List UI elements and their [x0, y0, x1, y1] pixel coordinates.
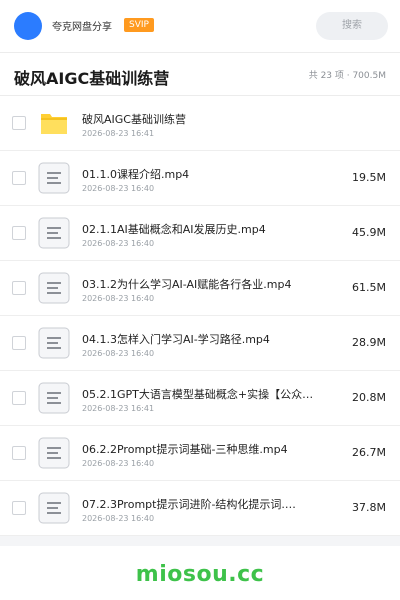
file-icon [38, 382, 70, 414]
list-item[interactable]: 06.2.2Prompt提示词基础-三种思维.mp4 2026-08-23 16… [0, 426, 400, 481]
item-checkbox[interactable] [12, 446, 26, 460]
file-icon [38, 327, 70, 359]
item-size: 37.8M [352, 501, 386, 514]
file-icon [38, 272, 70, 304]
item-date: 2026-08-23 16:40 [82, 294, 155, 303]
item-date: 2026-08-23 16:40 [82, 239, 155, 248]
item-size: 19.5M [352, 171, 386, 184]
page-title: 破风AIGC基础训练营 [14, 69, 170, 88]
svip-badge: SVIP [124, 18, 154, 32]
item-checkbox[interactable] [12, 501, 26, 515]
item-checkbox[interactable] [12, 226, 26, 240]
item-name: 05.2.1GPT大语言模型基础概念+实操【公众号… [82, 388, 322, 401]
file-icon [38, 162, 70, 194]
top-bar: 夸克网盘分享 SVIP 搜索 [0, 0, 400, 53]
item-name: 02.1.1AI基础概念和AI发展历史.mp4 [82, 223, 266, 236]
folder-meta: 共 23 项 · 700.5M [308, 71, 386, 81]
list-item[interactable]: 04.1.3怎样入门学习AI-学习路径.mp4 2026-08-23 16:40… [0, 316, 400, 371]
item-name: 07.2.3Prompt提示词进阶-结构化提示词.… [82, 498, 296, 511]
file-icon [38, 492, 70, 524]
item-name: 破风AIGC基础训练营 [82, 113, 186, 126]
item-date: 2026-08-23 16:41 [82, 404, 155, 413]
item-date: 2026-08-23 16:40 [82, 514, 155, 523]
list-item[interactable]: 07.2.3Prompt提示词进阶-结构化提示词.… 2026-08-23 16… [0, 481, 400, 536]
item-checkbox[interactable] [12, 336, 26, 350]
item-size: 20.8M [352, 391, 386, 404]
item-size: 61.5M [352, 281, 386, 294]
item-date: 2026-08-23 16:41 [82, 129, 155, 138]
file-icon [38, 437, 70, 469]
item-name: 06.2.2Prompt提示词基础-三种思维.mp4 [82, 443, 288, 456]
watermark: miosou.cc [135, 562, 265, 587]
item-name: 04.1.3怎样入门学习AI-学习路径.mp4 [82, 333, 270, 346]
folder-icon [38, 107, 70, 139]
item-date: 2026-08-23 16:40 [82, 349, 155, 358]
item-date: 2026-08-23 16:40 [82, 459, 155, 468]
item-checkbox[interactable] [12, 116, 26, 130]
item-size: 28.9M [352, 336, 386, 349]
list-item[interactable]: 05.2.1GPT大语言模型基础概念+实操【公众号… 2026-08-23 16… [0, 371, 400, 426]
search-button[interactable]: 搜索 [316, 12, 388, 40]
item-date: 2026-08-23 16:40 [82, 184, 155, 193]
list-item[interactable]: 03.1.2为什么学习AI-AI赋能各行各业.mp4 2026-08-23 16… [0, 261, 400, 316]
list-item[interactable]: 01.1.0课程介绍.mp4 2026-08-23 16:40 19.5M [0, 151, 400, 206]
brand-label: 夸克网盘分享 [52, 22, 112, 33]
file-icon [38, 217, 70, 249]
item-size: 45.9M [352, 226, 386, 239]
item-checkbox[interactable] [12, 171, 26, 185]
item-name: 01.1.0课程介绍.mp4 [82, 168, 190, 181]
folder-header: 破风AIGC基础训练营 共 23 项 · 700.5M [0, 53, 400, 96]
item-name: 03.1.2为什么学习AI-AI赋能各行各业.mp4 [82, 278, 292, 291]
avatar[interactable] [14, 12, 42, 40]
list-item[interactable]: 02.1.1AI基础概念和AI发展历史.mp4 2026-08-23 16:40… [0, 206, 400, 261]
item-size: 26.7M [352, 446, 386, 459]
list-item[interactable]: 破风AIGC基础训练营 2026-08-23 16:41 [0, 96, 400, 151]
item-checkbox[interactable] [12, 281, 26, 295]
file-list: 破风AIGC基础训练营 2026-08-23 16:41 01.1.0课程介绍.… [0, 96, 400, 536]
item-checkbox[interactable] [12, 391, 26, 405]
